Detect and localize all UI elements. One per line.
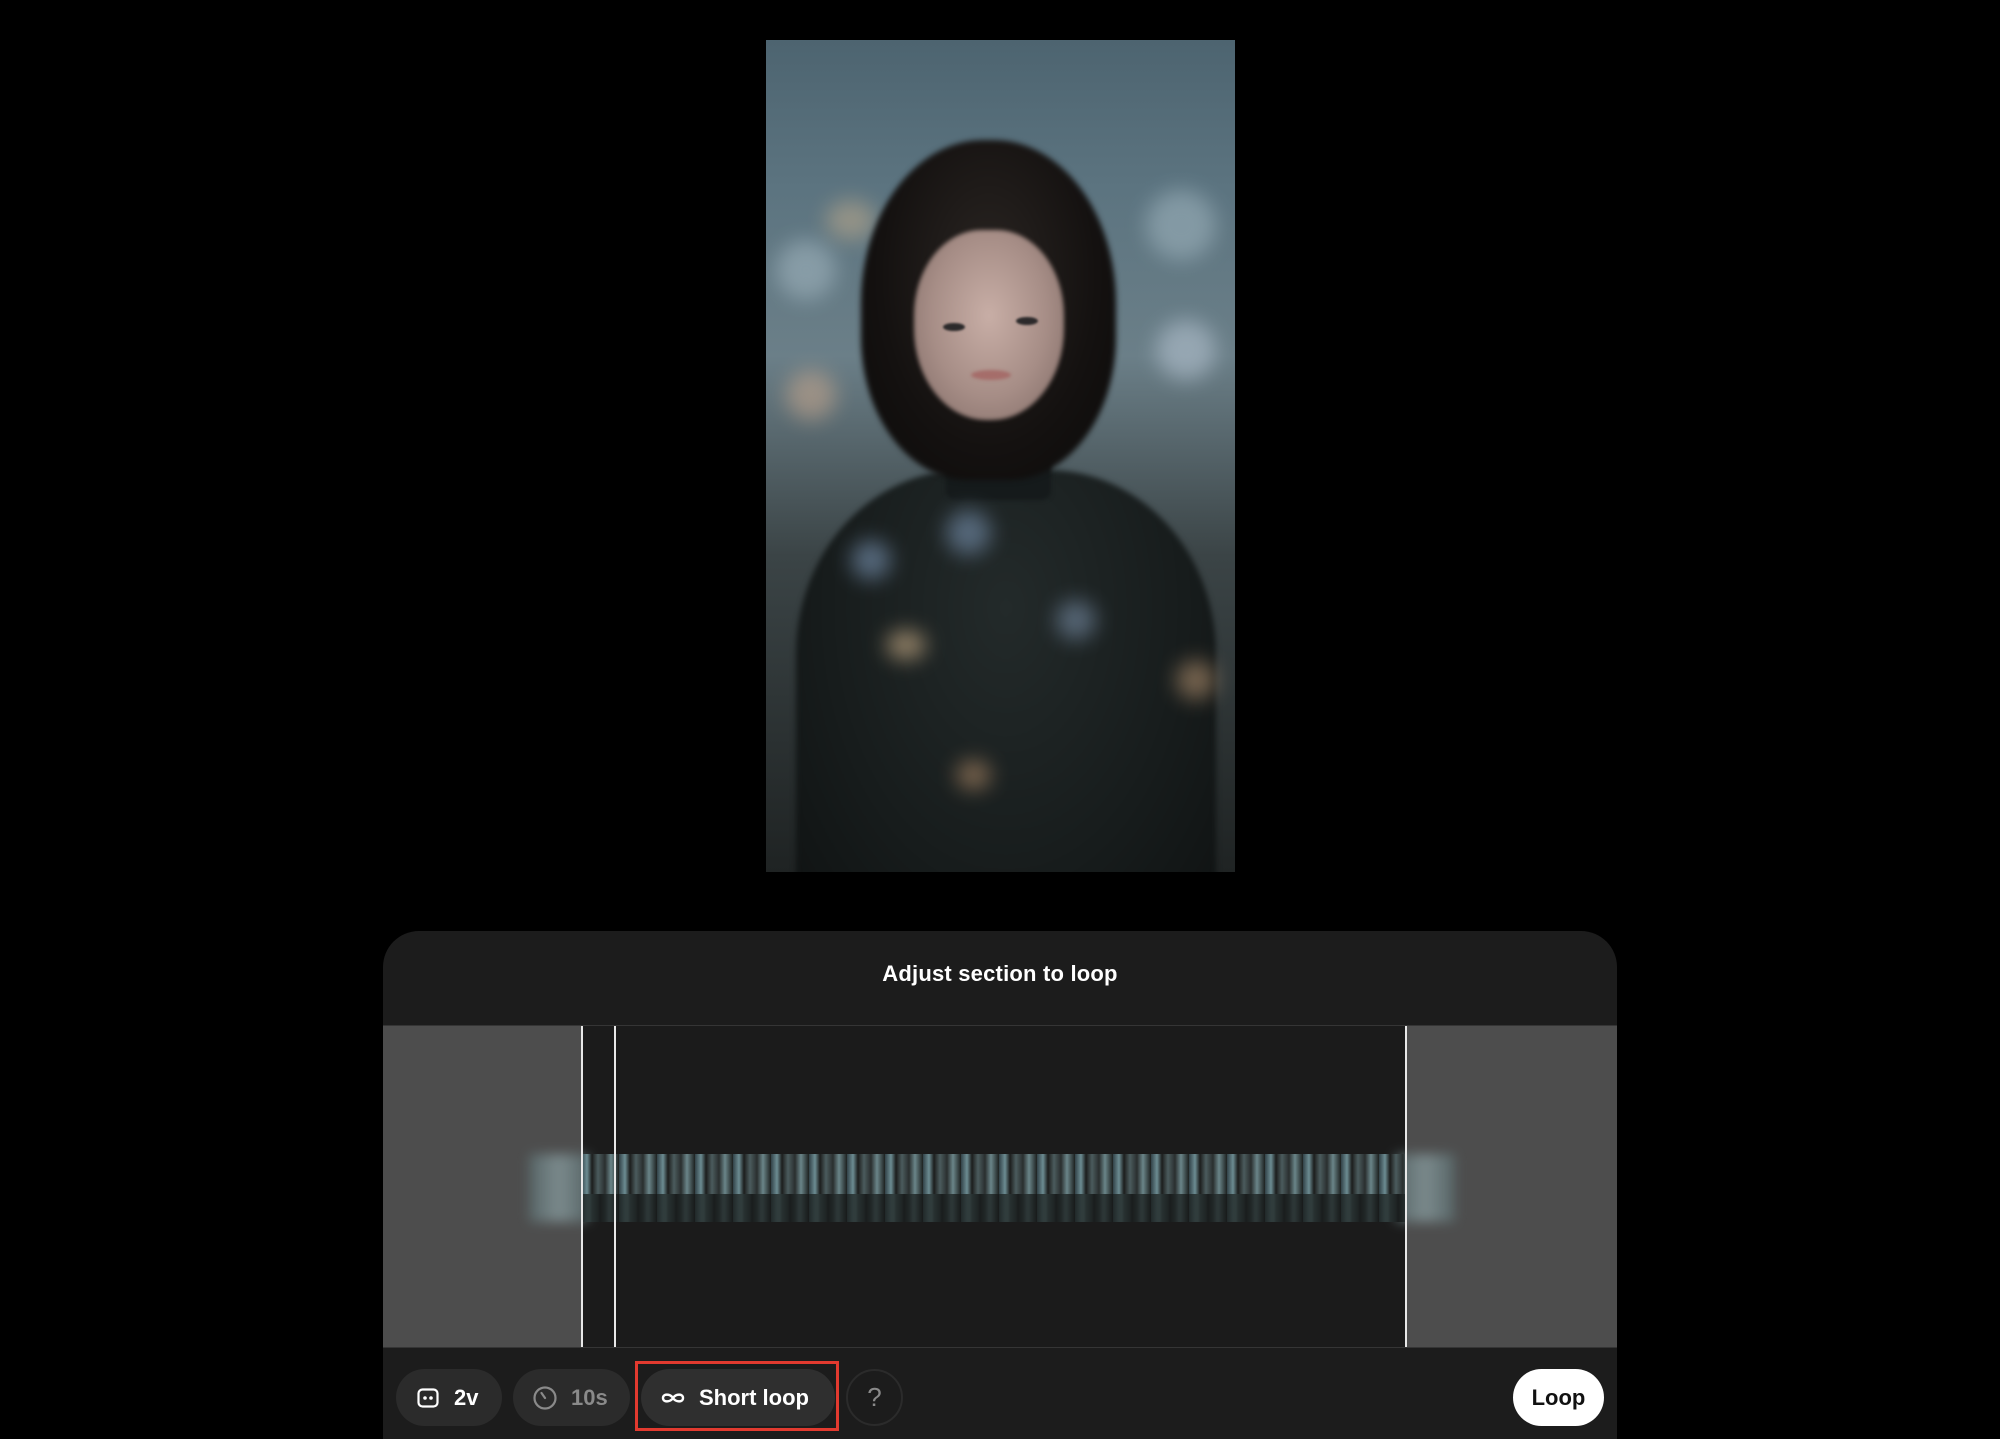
help-label: ? (867, 1382, 882, 1412)
highlight-box (635, 1361, 839, 1431)
model-icon (414, 1384, 442, 1412)
duration-button[interactable]: 10s (513, 1369, 630, 1426)
timeline[interactable] (383, 1025, 1617, 1348)
bottom-toolbar: 2v 10s Short loop ? Loop (383, 1347, 1617, 1439)
model-label: 2v (454, 1384, 479, 1410)
model-selector-button[interactable]: 2v (396, 1369, 502, 1426)
help-button[interactable]: ? (846, 1369, 903, 1426)
video-preview (766, 40, 1235, 872)
duration-label: 10s (571, 1384, 608, 1410)
trim-end-handle[interactable] (1405, 1026, 1407, 1347)
playhead[interactable] (614, 1026, 616, 1347)
clock-icon (531, 1384, 559, 1412)
loop-editor-panel: Adjust section to loop 2v 10s Short loop… (383, 931, 1617, 1439)
loop-button[interactable]: Loop (1513, 1369, 1604, 1426)
panel-title: Adjust section to loop (882, 961, 1118, 986)
trim-start-handle[interactable] (581, 1026, 583, 1347)
frame-filmstrip (581, 1154, 1407, 1222)
